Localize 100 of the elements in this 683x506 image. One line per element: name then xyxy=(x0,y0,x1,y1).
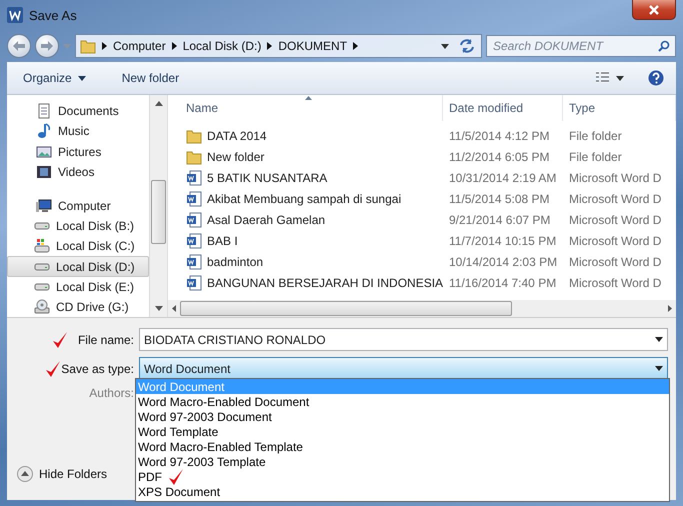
refresh-icon[interactable] xyxy=(459,39,475,53)
cd-drive-icon xyxy=(34,298,50,315)
file-name-field[interactable]: BIODATA CRISTIANO RONALDO xyxy=(139,328,668,351)
hard-drive-icon xyxy=(34,222,50,230)
word-document-icon xyxy=(186,232,202,248)
field-label: File name: xyxy=(78,332,134,346)
sidebar-item[interactable]: Computer xyxy=(7,196,149,216)
help-icon[interactable] xyxy=(648,70,664,86)
file-row[interactable]: Asal Daerah Gamelan 9/21/2014 6:07 PM Microsoft Word D xyxy=(168,209,676,230)
word-document-icon xyxy=(186,254,202,270)
hide-folders-button[interactable]: Hide Folders xyxy=(17,466,108,482)
file-row[interactable]: badminton 10/14/2014 2:03 PM Microsoft Word D xyxy=(168,251,676,272)
scrollbar-thumb[interactable] xyxy=(180,301,512,316)
music-note-icon xyxy=(36,123,52,140)
chevron-right-icon xyxy=(353,42,358,50)
file-row[interactable]: Akibat Membuang sampah di sungai 11/5/2014 5:08 PM Microsoft Word D xyxy=(168,188,676,209)
arrow-right-icon xyxy=(41,41,53,51)
sidebar-item[interactable]: CD Drive (G:) xyxy=(7,296,149,317)
date-cell-text: 11/16/2014 7:40 PM xyxy=(448,276,558,290)
type-cell-text: File folder xyxy=(568,150,623,164)
sidebar-item[interactable]: Pictures xyxy=(7,141,149,162)
caret-icon xyxy=(63,44,71,48)
sidebar-item[interactable]: Local Disk (E:) xyxy=(7,276,149,297)
date-cell-text: 11/5/2014 5:08 PM xyxy=(448,192,551,206)
file-row[interactable]: New folder 11/2/2014 6:05 PM File folder xyxy=(168,146,676,167)
forward-button[interactable] xyxy=(35,34,59,58)
file-name-cell: badminton xyxy=(168,254,443,270)
word-document-icon xyxy=(186,212,202,228)
breadcrumb[interactable]: Computer xyxy=(113,39,166,53)
chevron-right-icon xyxy=(172,42,177,50)
file-name-cell: BAB I xyxy=(168,232,443,248)
collapse-icon xyxy=(17,466,33,482)
back-button[interactable] xyxy=(7,34,31,58)
horizontal-scrollbar[interactable] xyxy=(168,300,676,317)
file-row[interactable]: BAB I 11/7/2014 10:15 PM Microsoft Word D xyxy=(168,230,676,251)
file-name-cell: New folder xyxy=(168,148,443,164)
hard-drive-icon xyxy=(34,282,50,291)
address-bar[interactable]: Computer Local Disk (D:) DOKUMENT xyxy=(75,34,482,58)
word-document-icon xyxy=(186,190,202,206)
word-logo-icon xyxy=(7,7,23,23)
type-cell-text: Microsoft Word D xyxy=(568,212,662,226)
dropdown-option[interactable]: Word 97-2003 Document xyxy=(136,409,669,424)
arrow-left-icon xyxy=(13,41,25,51)
computer-icon xyxy=(36,198,52,214)
date-cell-text: 10/14/2014 2:03 PM xyxy=(448,254,558,268)
date-cell-text: 11/5/2014 4:12 PM xyxy=(448,128,551,142)
sidebar-item[interactable]: Videos xyxy=(7,162,149,182)
toolbar-button[interactable]: New folder xyxy=(118,69,184,87)
caret-icon xyxy=(154,101,162,106)
sidebar-item[interactable]: Local Disk (C:) xyxy=(7,236,149,256)
word-document-icon xyxy=(186,274,202,290)
type-cell-text: Microsoft Word D xyxy=(568,254,662,268)
folder-icon xyxy=(80,38,96,54)
caret-icon xyxy=(655,337,663,342)
search-field[interactable]: Search DOKUMENT xyxy=(486,35,676,57)
field-label: Save as type: xyxy=(61,362,134,376)
date-cell-text: 11/7/2014 10:15 PM xyxy=(448,234,558,248)
column-header[interactable]: Date modified xyxy=(443,95,563,121)
folder-icon xyxy=(186,128,202,144)
sidebar-item[interactable]: Documents xyxy=(7,101,149,122)
dropdown-option[interactable]: Word Macro-Enabled Document xyxy=(136,394,669,409)
date-cell-text: 10/31/2014 2:19 AM xyxy=(448,170,558,184)
save-type-dropdown[interactable]: Word Document xyxy=(139,357,668,380)
view-options-icon[interactable] xyxy=(596,72,624,84)
breadcrumb[interactable]: Local Disk (D:) xyxy=(182,39,262,53)
window-title: Save As xyxy=(29,8,77,22)
dropdown-option[interactable]: PDF xyxy=(136,469,669,484)
field-label: Authors: xyxy=(89,386,134,400)
column-header[interactable]: Name xyxy=(168,95,443,121)
column-header[interactable]: Type xyxy=(563,95,676,121)
dropdown-option[interactable]: Word Macro-Enabled Template xyxy=(136,439,669,454)
film-icon xyxy=(36,164,52,180)
toolbar-button[interactable]: Organize xyxy=(19,69,90,87)
dropdown-option[interactable]: XPS Document xyxy=(136,484,669,499)
date-cell-text: 9/21/2014 6:07 PM xyxy=(448,212,552,226)
chevron-right-icon xyxy=(102,42,107,50)
dropdown-option[interactable]: Word Template xyxy=(136,424,669,439)
file-name-cell: Asal Daerah Gamelan xyxy=(168,212,443,228)
file-row[interactable]: DATA 2014 11/5/2014 4:12 PM File folder xyxy=(168,125,676,146)
sidebar-item[interactable]: Local Disk (B:) xyxy=(7,216,149,236)
file-row[interactable]: 5 BATIK NUSANTARA 10/31/2014 2:19 AM Microsoft Word D xyxy=(168,167,676,188)
file-name-cell: BANGUNAN BERSEJARAH DI INDONESIA xyxy=(168,274,443,290)
file-row[interactable]: BANGUNAN BERSEJARAH DI INDONESIA 11/16/2014 7:40 PM Microsoft Word D xyxy=(168,272,676,293)
document-icon xyxy=(36,103,52,120)
scrollbar-thumb[interactable] xyxy=(151,180,166,244)
close-button[interactable] xyxy=(632,0,676,20)
caret-icon xyxy=(655,366,663,371)
type-cell-text: Microsoft Word D xyxy=(568,192,662,206)
date-cell-text: 11/2/2014 6:05 PM xyxy=(448,150,551,164)
scrollbar[interactable] xyxy=(149,95,167,317)
caret-icon xyxy=(441,44,449,48)
type-cell-text: Microsoft Word D xyxy=(568,276,662,290)
dropdown-option[interactable]: Word 97-2003 Template xyxy=(136,454,669,469)
sidebar-item[interactable]: Music xyxy=(7,121,149,142)
file-name-cell: Akibat Membuang sampah di sungai xyxy=(168,190,443,206)
type-cell-text: File folder xyxy=(568,128,623,142)
folder-icon xyxy=(186,148,202,164)
sidebar-item[interactable]: Local Disk (D:) xyxy=(7,256,149,277)
breadcrumb[interactable]: DOKUMENT xyxy=(278,39,348,53)
file-name-cell: DATA 2014 xyxy=(168,128,443,144)
